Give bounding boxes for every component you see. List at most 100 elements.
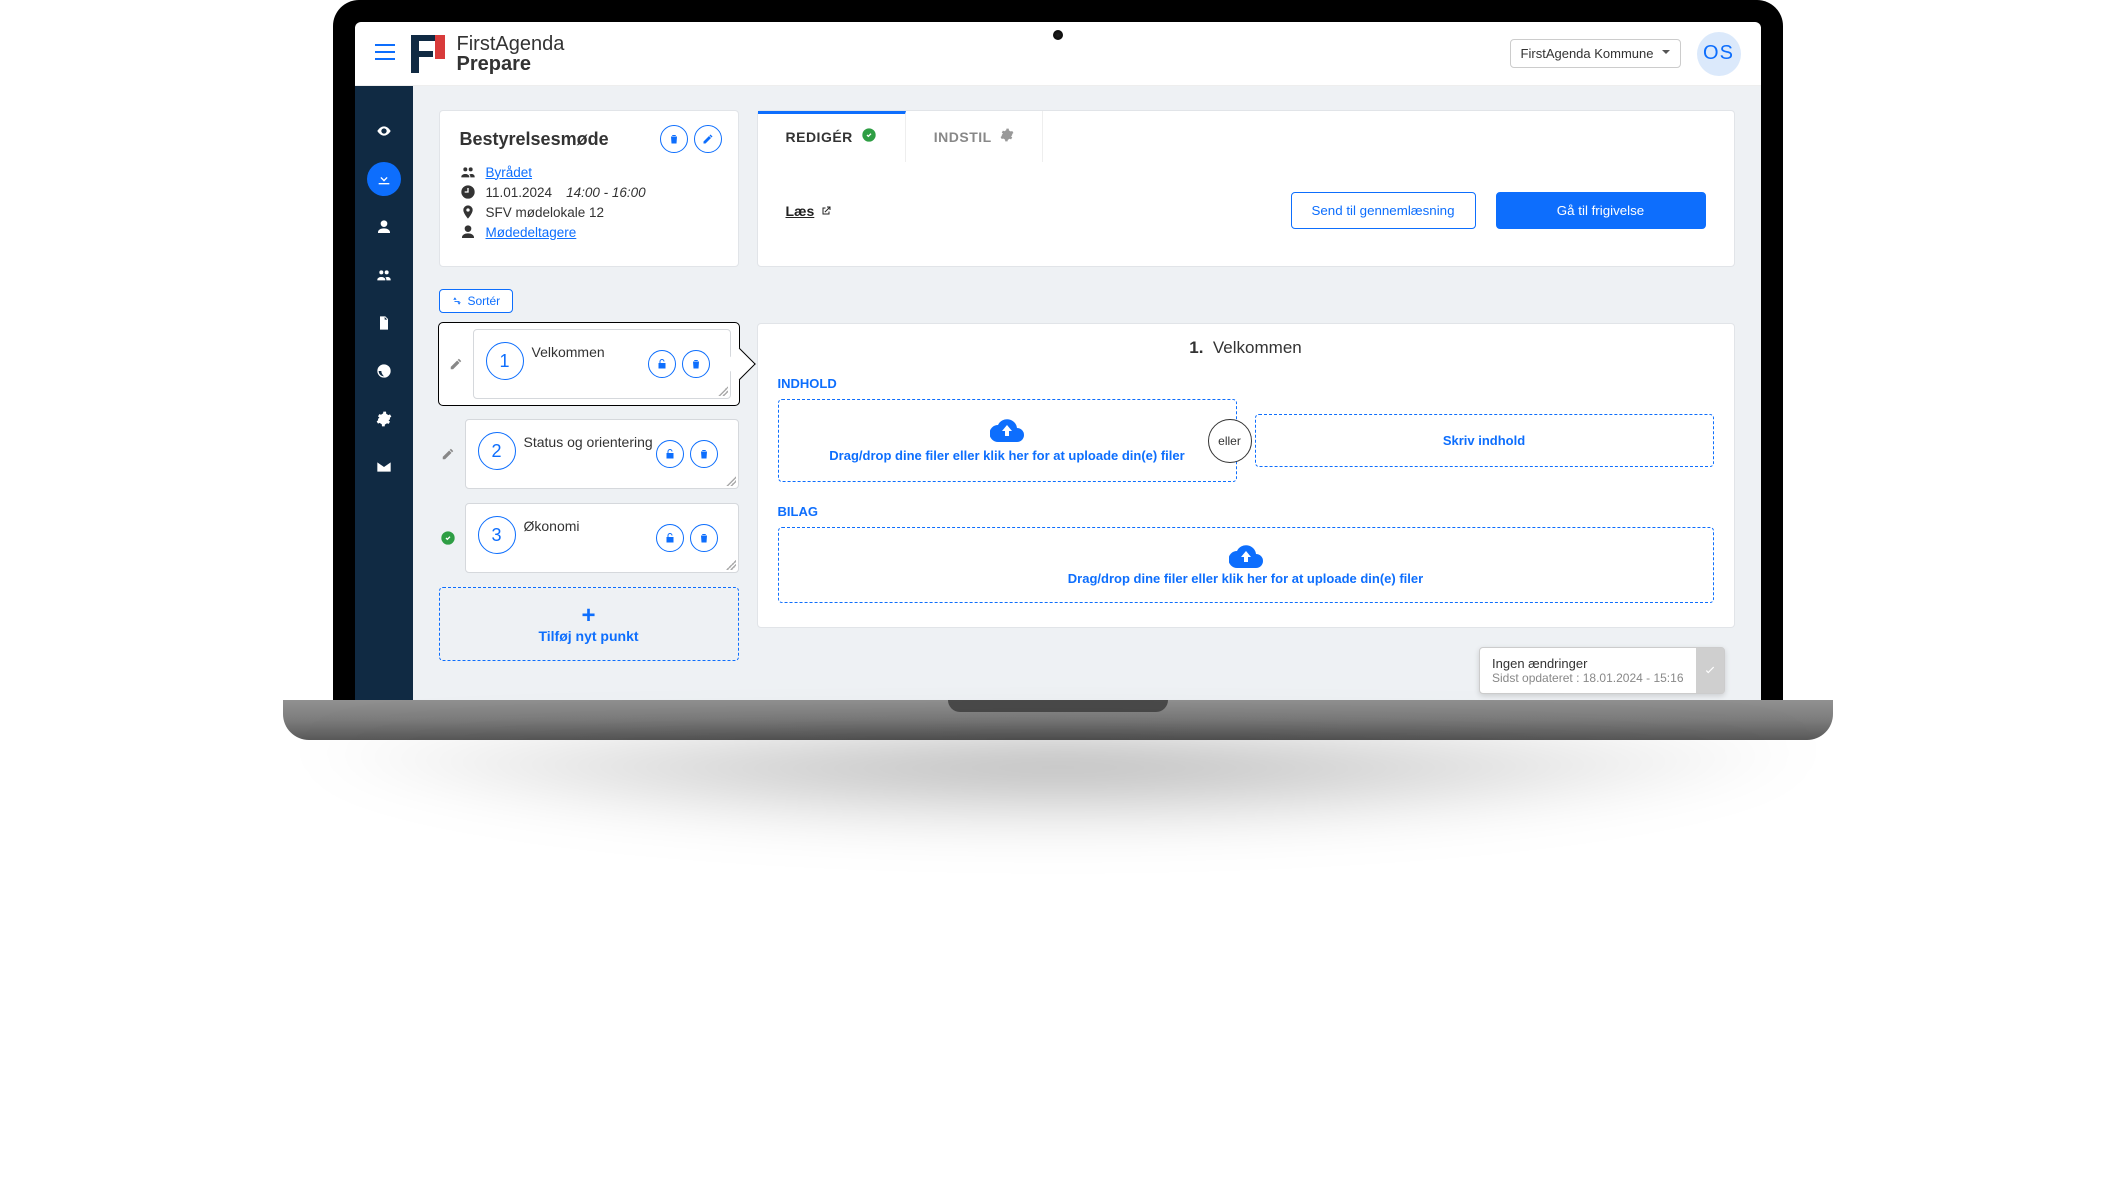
avatar-initials: OS	[1703, 42, 1734, 65]
resize-handle[interactable]	[726, 560, 736, 570]
attachments-section-label: BILAG	[778, 504, 1714, 519]
unlock-item-button[interactable]	[656, 440, 684, 468]
file-icon	[376, 315, 392, 331]
upload-text: Drag/drop dine filer eller klik her for …	[829, 448, 1184, 463]
divider-label: eller	[1218, 434, 1241, 448]
release-label: Gå til frigivelse	[1557, 203, 1644, 218]
unlock-icon	[664, 532, 676, 544]
trash-icon	[698, 532, 710, 544]
edit-meeting-button[interactable]	[694, 125, 722, 153]
user-avatar[interactable]: OS	[1697, 32, 1741, 76]
organization-select[interactable]: FirstAgenda Kommune	[1510, 39, 1681, 68]
brand: FirstAgenda Prepare	[411, 34, 565, 74]
participants-icon	[460, 224, 476, 240]
detail-card: 1. Velkommen INDHOLD Drag/drop dine file…	[757, 323, 1735, 628]
send-review-button[interactable]: Send til gennemlæsning	[1291, 192, 1476, 229]
committee-icon	[460, 164, 476, 180]
check-icon	[861, 127, 877, 146]
unlock-item-button[interactable]	[656, 524, 684, 552]
attachments-upload-zone[interactable]: Drag/drop dine filer eller klik her for …	[778, 527, 1714, 603]
agenda-number: 3	[478, 516, 516, 554]
unlock-icon	[656, 358, 668, 370]
sidebar-view[interactable]	[367, 114, 401, 148]
location-icon	[460, 204, 476, 220]
cloud-upload-icon	[1229, 544, 1263, 568]
agenda-item[interactable]: 1 Velkommen	[473, 329, 731, 399]
add-agenda-item[interactable]: + Tilføj nyt punkt	[439, 587, 739, 661]
agenda-item-selected-wrap: 1 Velkommen	[439, 323, 739, 405]
organization-selected: FirstAgenda Kommune	[1521, 46, 1654, 61]
download-icon	[376, 171, 392, 187]
sidebar-group[interactable]	[367, 258, 401, 292]
sort-label: Sortér	[468, 294, 501, 308]
pencil-icon	[702, 133, 714, 145]
pencil-icon	[449, 357, 463, 371]
agenda-item-wrap: 2 Status og orientering	[439, 419, 739, 489]
read-link-label: Læs	[786, 203, 815, 219]
committee-link[interactable]: Byrådet	[486, 165, 533, 180]
trash-icon	[698, 448, 710, 460]
agenda-number: 1	[486, 342, 524, 380]
sidebar-settings[interactable]	[367, 402, 401, 436]
main-content: Bestyrelsesmøde Byrådet 11.01.2024 14:00…	[413, 86, 1761, 702]
agenda-item[interactable]: 3 Økonomi	[465, 503, 739, 573]
check-icon	[1703, 664, 1717, 678]
write-content-zone[interactable]: Skriv indhold	[1255, 414, 1714, 467]
done-status	[439, 530, 457, 546]
meeting-card: Bestyrelsesmøde Byrådet 11.01.2024 14:00…	[439, 110, 739, 267]
participants-link[interactable]: Mødedeltagere	[486, 225, 577, 240]
write-label: Skriv indhold	[1443, 433, 1525, 448]
plus-icon: +	[456, 604, 722, 628]
send-review-label: Send til gennemlæsning	[1312, 203, 1455, 218]
content-section-label: INDHOLD	[778, 376, 1714, 391]
add-agenda-label: Tilføj nyt punkt	[456, 628, 722, 644]
toast-subtitle: Sidst opdateret : 18.01.2024 - 15:16	[1492, 671, 1683, 685]
delete-meeting-button[interactable]	[660, 125, 688, 153]
sidebar-download[interactable]	[367, 162, 401, 196]
toast-check	[1696, 648, 1724, 693]
tabs-card: REDIGÉR INDSTIL	[757, 110, 1735, 267]
brand-line1: FirstAgenda	[457, 34, 565, 54]
drag-handle[interactable]	[439, 447, 457, 461]
menu-toggle-icon[interactable]	[375, 44, 395, 63]
tabs: REDIGÉR INDSTIL	[758, 111, 1734, 162]
sidebar-globe[interactable]	[367, 354, 401, 388]
agenda-item-wrap: 3 Økonomi	[439, 503, 739, 573]
trash-icon	[668, 133, 680, 145]
sidebar-file[interactable]	[367, 306, 401, 340]
zone-divider: eller	[1208, 419, 1252, 463]
unlock-icon	[664, 448, 676, 460]
tab-edit[interactable]: REDIGÉR	[758, 111, 906, 162]
delete-item-button[interactable]	[690, 440, 718, 468]
read-link[interactable]: Læs	[786, 203, 833, 219]
unlock-item-button[interactable]	[648, 350, 676, 378]
delete-item-button[interactable]	[690, 524, 718, 552]
save-status-toast: Ingen ændringer Sidst opdateret : 18.01.…	[1479, 647, 1724, 694]
user-icon	[376, 219, 392, 235]
delete-item-button[interactable]	[682, 350, 710, 378]
meeting-time: 14:00 - 16:00	[566, 185, 646, 200]
detail-heading-title: Velkommen	[1213, 338, 1302, 357]
agenda-item[interactable]: 2 Status og orientering	[465, 419, 739, 489]
sidebar-mail[interactable]	[367, 450, 401, 484]
sidebar	[355, 86, 413, 702]
release-button[interactable]: Gå til frigivelse	[1496, 192, 1706, 229]
gear-icon	[1000, 128, 1014, 145]
drag-handle[interactable]	[447, 357, 465, 371]
resize-handle[interactable]	[718, 386, 728, 396]
tab-settings[interactable]: INDSTIL	[906, 111, 1043, 162]
sort-icon	[452, 296, 462, 306]
detail-heading: 1. Velkommen	[778, 338, 1714, 358]
attachments-text: Drag/drop dine filer eller klik her for …	[795, 571, 1697, 586]
sidebar-user[interactable]	[367, 210, 401, 244]
agenda-number: 2	[478, 432, 516, 470]
resize-handle[interactable]	[726, 476, 736, 486]
sort-button[interactable]: Sortér	[439, 289, 514, 313]
cloud-upload-icon	[990, 418, 1024, 442]
tab-edit-label: REDIGÉR	[786, 129, 853, 145]
group-icon	[376, 267, 392, 283]
brand-logo-icon	[411, 35, 445, 73]
trash-icon	[690, 358, 702, 370]
detail-heading-num: 1.	[1189, 338, 1203, 357]
content-upload-zone[interactable]: Drag/drop dine filer eller klik her for …	[778, 399, 1237, 482]
